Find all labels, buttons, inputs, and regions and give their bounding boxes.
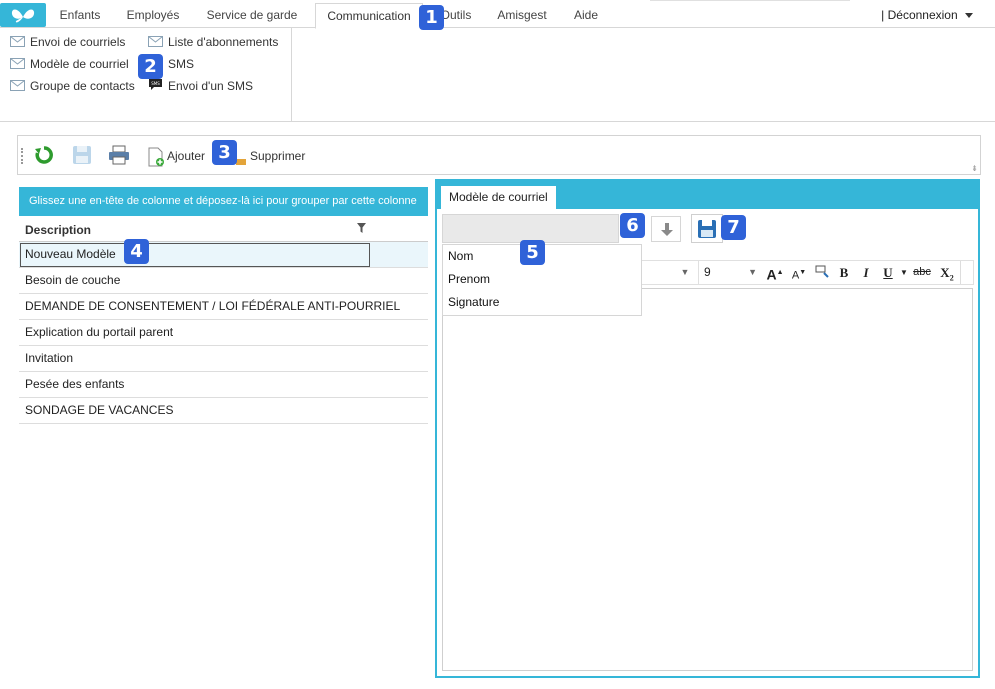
submenu-label: Groupe de contacts (30, 79, 135, 93)
submenu-liste-abonnements[interactable]: Liste d'abonnements (148, 33, 278, 51)
format-painter-icon[interactable] (812, 261, 832, 284)
dropdown-option-signature[interactable]: Signature (443, 291, 641, 314)
butterfly-logo-icon (11, 9, 35, 23)
grid-row[interactable]: Explication du portail parent (19, 320, 428, 346)
toolbar-overflow-icon[interactable]: ⇟ (971, 164, 978, 173)
save-template-button[interactable] (691, 214, 723, 243)
submenu-sms[interactable]: SMS (168, 55, 194, 73)
refresh-button[interactable] (34, 145, 54, 167)
add-button-label: Ajouter (167, 149, 206, 163)
print-button[interactable] (108, 145, 130, 167)
callout-badge-5: 5 (520, 240, 545, 265)
logout-link[interactable]: | Déconnexion (881, 8, 973, 22)
email-body-editor[interactable] (442, 288, 973, 671)
svg-text:SMS: SMS (151, 81, 160, 86)
save-button-disabled[interactable] (72, 145, 92, 167)
arrow-down-icon (661, 223, 673, 236)
subscript-button[interactable]: X2 (936, 261, 958, 284)
grid-row[interactable]: SONDAGE DE VACANCES (19, 398, 428, 424)
submenu-label: Envoi de courriels (30, 35, 126, 49)
top-navigation: Enfants Employés Service de garde Commun… (0, 0, 995, 29)
rich-text-toolbar: ▼ 9 ▼ A▲ A▼ B I U ▼ abc X2 (637, 260, 974, 285)
grid-row[interactable]: Besoin de couche (19, 268, 428, 294)
italic-button[interactable]: I (856, 261, 876, 284)
toolbar-grip[interactable] (21, 148, 23, 164)
nav-tab-communication[interactable]: Communication (315, 3, 423, 29)
grid-row[interactable]: DEMANDE DE CONSENTEMENT / LOI FÉDÉRALE A… (19, 294, 428, 320)
sms-bubble-icon: SMS (148, 78, 163, 96)
bold-button[interactable]: B (834, 261, 854, 284)
grid-cell-description: Invitation (25, 351, 74, 365)
selected-cell-frame (20, 243, 370, 267)
nav-divider (650, 0, 850, 1)
nav-tab-aide[interactable]: Aide (562, 3, 610, 28)
merge-field-select[interactable] (442, 214, 619, 243)
envelope-icon (10, 56, 25, 74)
callout-badge-3: 3 (212, 140, 237, 165)
column-header-description[interactable]: Description (25, 223, 91, 237)
floppy-disk-icon (73, 146, 91, 164)
grid-row[interactable]: Invitation (19, 346, 428, 372)
submenu-groupe-de-contacts[interactable]: Groupe de contacts (10, 77, 135, 95)
font-size-value: 9 (704, 265, 711, 279)
nav-tab-service-de-garde[interactable]: Service de garde (196, 3, 308, 28)
submenu-label: Liste d'abonnements (168, 35, 279, 49)
nav-tab-enfants[interactable]: Enfants (50, 3, 110, 28)
submenu-label: Modèle de courriel (30, 57, 129, 71)
insert-field-button[interactable] (651, 216, 681, 242)
editor-panel-header: Modèle de courriel (437, 181, 978, 209)
chevron-down-icon: ▼ (748, 267, 757, 277)
group-panel-text: Glissez une en-tête de colonne et dépose… (29, 195, 417, 207)
nav-tab-amisgest[interactable]: Amisgest (489, 3, 555, 28)
template-editor-panel: Modèle de courriel Nom Prenom Signature … (435, 179, 980, 678)
strikethrough-button[interactable]: abc (910, 261, 934, 284)
envelope-icon (10, 34, 25, 52)
grow-font-button[interactable]: A▲ (764, 261, 786, 284)
nav-tab-employes[interactable]: Employés (117, 3, 189, 28)
filter-icon[interactable] (357, 223, 366, 233)
grid-cell-description: Besoin de couche (25, 273, 121, 287)
envelope-icon (10, 78, 25, 96)
dropdown-option-prenom[interactable]: Prenom (443, 268, 641, 291)
templates-grid: Glissez une en-tête de colonne et dépose… (19, 187, 428, 424)
add-document-icon (148, 147, 164, 167)
submenu-modele-de-courriel[interactable]: Modèle de courriel (10, 55, 129, 73)
submenu-envoi-sms[interactable]: SMS Envoi d'un SMS (148, 77, 253, 95)
main-toolbar: Ajouter Supprimer ⇟ (17, 135, 981, 175)
grid-cell-description: Explication du portail parent (25, 325, 174, 339)
delete-button-label: Supprimer (250, 149, 306, 163)
toolbar-separator (960, 261, 961, 284)
floppy-disk-icon (698, 220, 716, 238)
callout-badge-6: 6 (620, 213, 645, 238)
group-by-panel[interactable]: Glissez une en-tête de colonne et dépose… (19, 187, 428, 216)
tab-modele-de-courriel[interactable]: Modèle de courriel (441, 186, 556, 209)
underline-dropdown-arrow[interactable]: ▼ (899, 261, 909, 284)
grid-row-selected[interactable]: Nouveau Modèle (19, 242, 428, 268)
underline-button[interactable]: U (878, 261, 898, 284)
submenu-divider (291, 28, 292, 121)
app-logo[interactable] (0, 3, 46, 27)
add-button[interactable]: Ajouter (147, 145, 205, 167)
delete-button[interactable]: Supprimer (232, 145, 305, 167)
font-family-dropdown-arrow[interactable]: ▼ (678, 261, 692, 284)
submenu-label: Envoi d'un SMS (168, 79, 254, 93)
printer-icon (109, 145, 129, 165)
callout-badge-2: 2 (138, 54, 163, 79)
shrink-font-button[interactable]: A▼ (788, 261, 810, 284)
grid-cell-description: DEMANDE DE CONSENTEMENT / LOI FÉDÉRALE A… (25, 299, 401, 313)
grid-header: Description (19, 216, 428, 242)
grid-cell-description: SONDAGE DE VACANCES (25, 403, 174, 417)
grid-row[interactable]: Pesée des enfants (19, 372, 428, 398)
refresh-icon (35, 146, 53, 164)
callout-badge-1: 1 (419, 5, 444, 30)
submenu-envoi-de-courriels[interactable]: Envoi de courriels (10, 33, 125, 51)
envelope-icon (148, 34, 163, 52)
font-size-select[interactable]: 9 ▼ (698, 261, 762, 284)
callout-badge-7: 7 (721, 215, 746, 240)
callout-badge-4: 4 (124, 239, 149, 264)
grid-cell-description: Pesée des enfants (25, 377, 125, 391)
chevron-down-icon (965, 13, 973, 18)
submenu-label: SMS (168, 57, 195, 71)
